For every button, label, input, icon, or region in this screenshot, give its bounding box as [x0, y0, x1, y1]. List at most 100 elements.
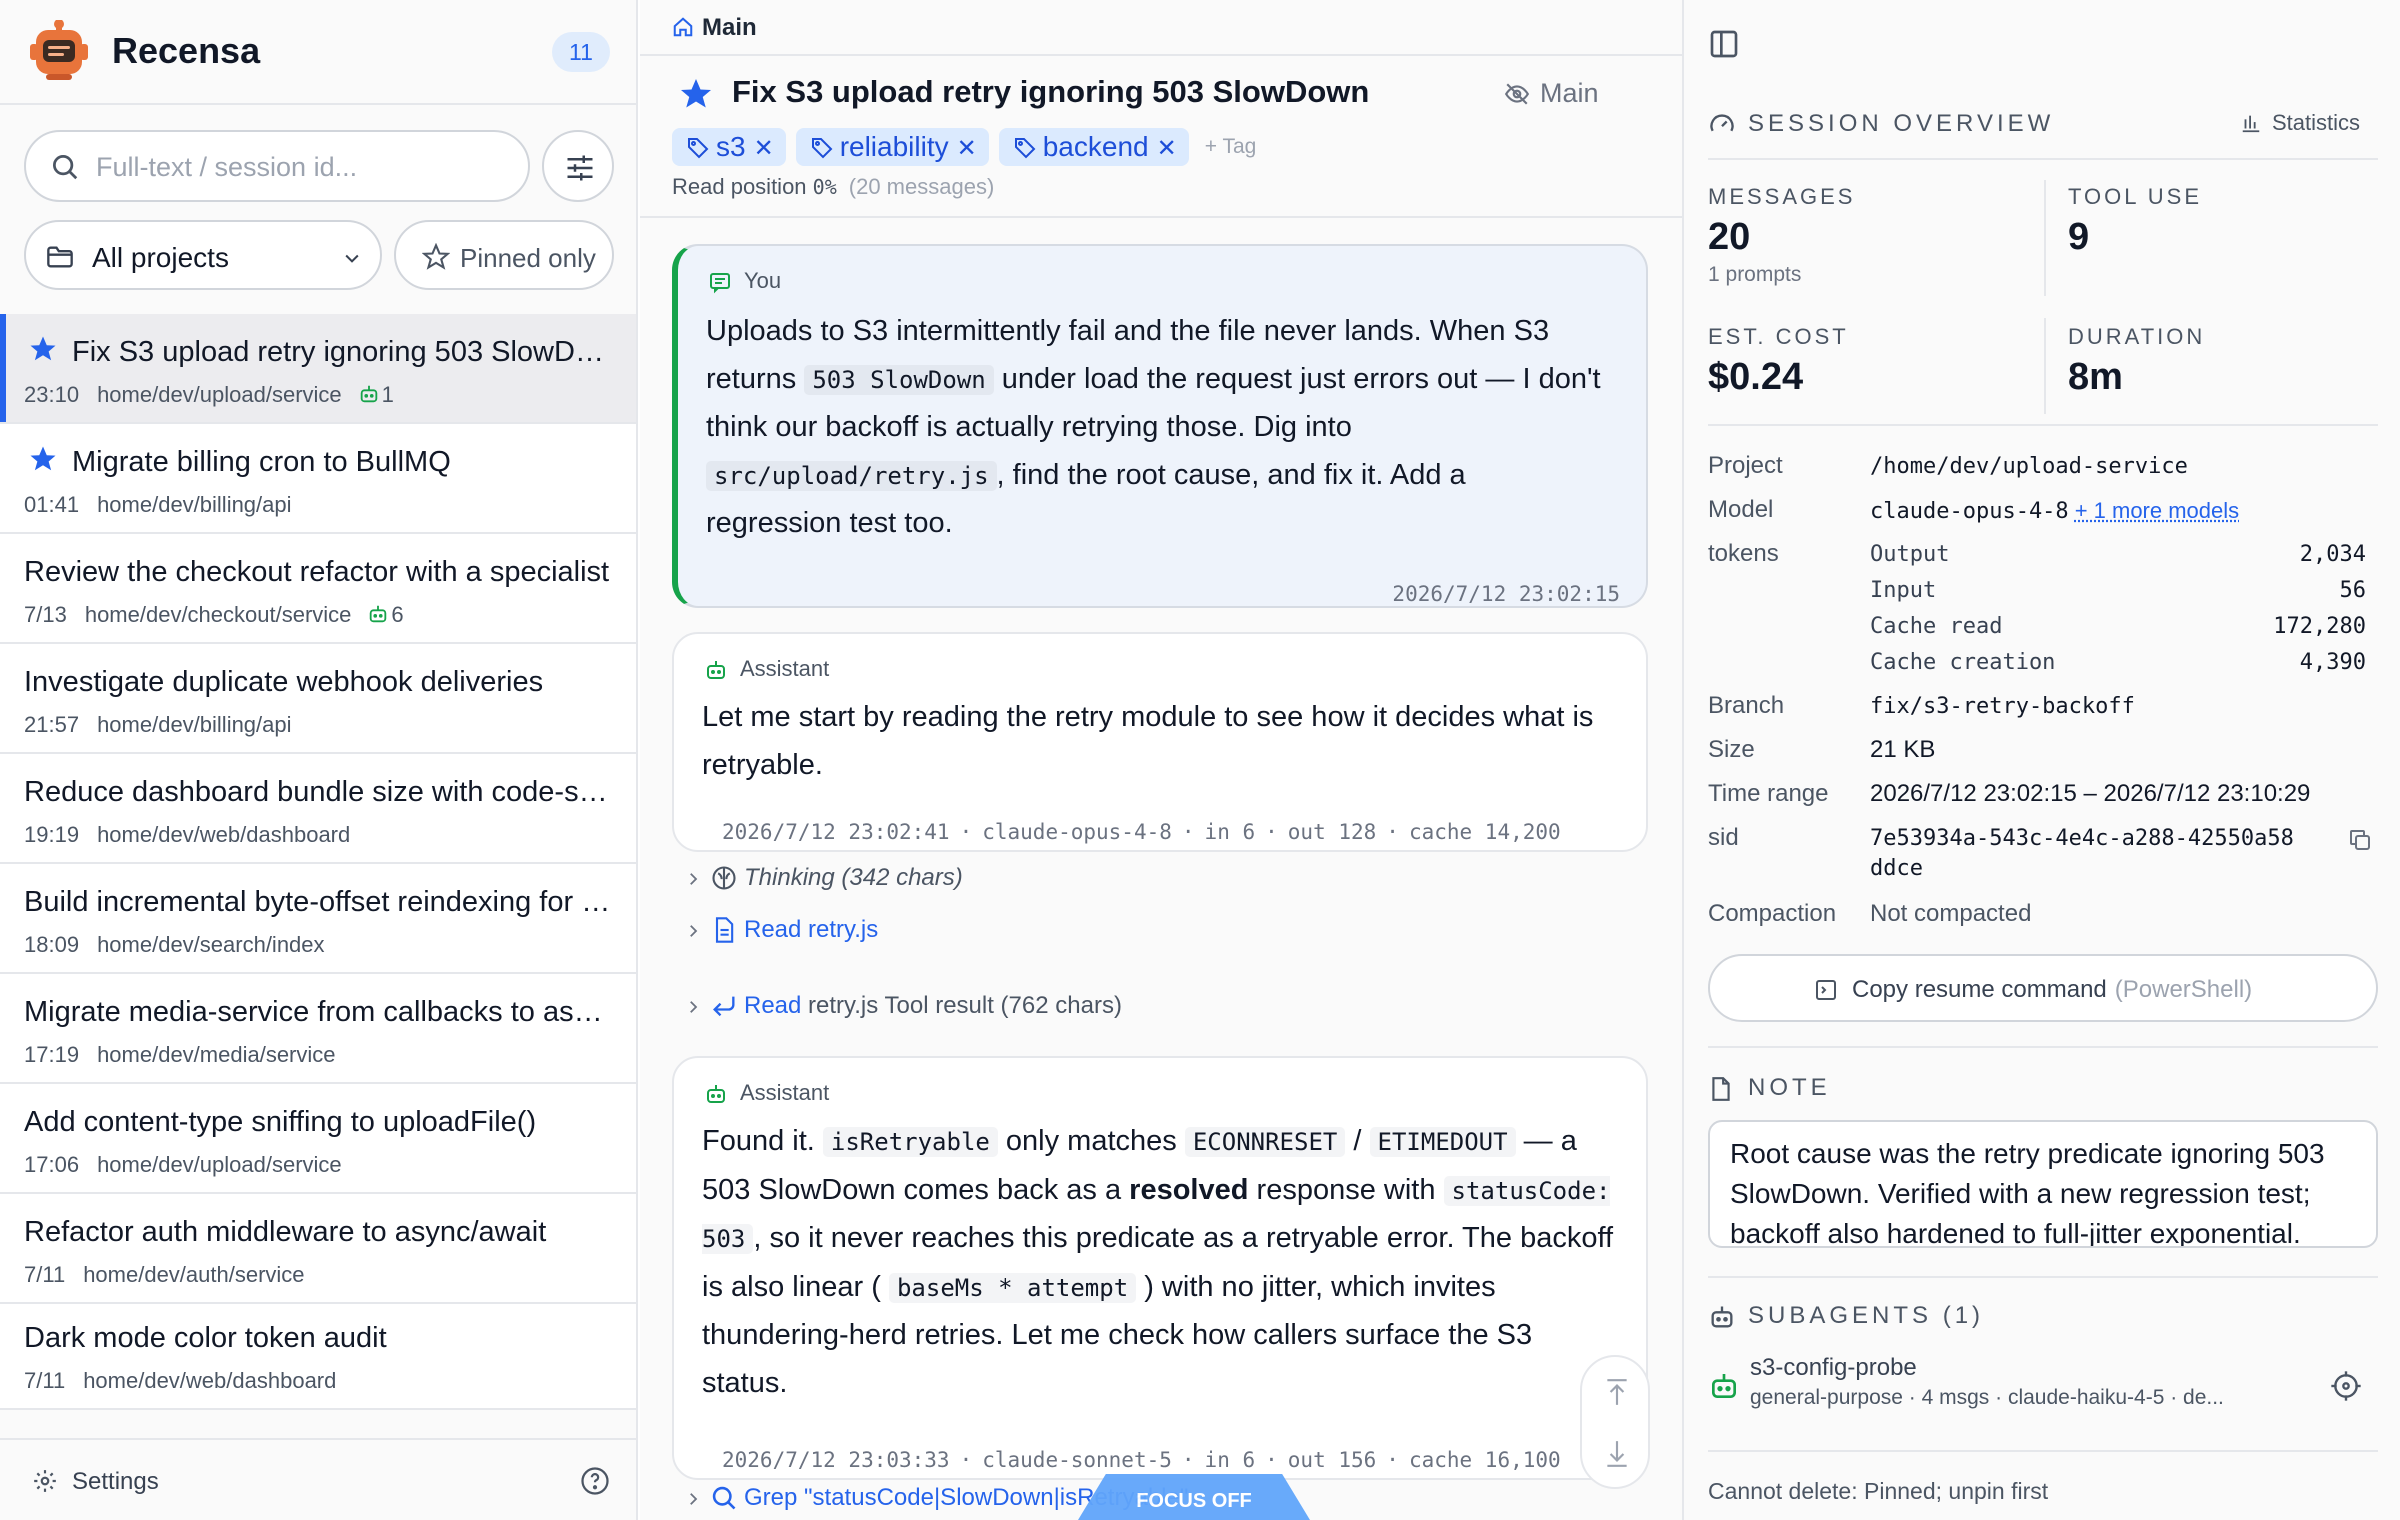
session-path: home/dev/web/dashboard [83, 1368, 337, 1393]
focus-off-toggle[interactable]: FOCUS OFF [1078, 1474, 1310, 1520]
session-item[interactable]: Add content-type sniffing to uploadFile(… [0, 1084, 636, 1194]
session-item[interactable]: Review the checkout refactor with a spec… [0, 534, 636, 644]
help-icon[interactable] [580, 1466, 610, 1496]
subagent-count: 6 [391, 602, 404, 627]
subagent-bot-icon [370, 605, 387, 623]
search-box[interactable] [24, 130, 530, 202]
session-item[interactable]: Reduce dashboard bundle size with code-s… [0, 754, 636, 864]
divider [1708, 424, 2378, 426]
remove-tag-icon[interactable]: ✕ [1157, 135, 1177, 162]
token-name: Cache creation [1870, 650, 2056, 675]
token-name: Input [1870, 578, 1937, 603]
inline-code: ECONNRESET [1184, 1127, 1346, 1157]
message-meta: 2026/7/12 23:02:41 · claude-opus-4-8 · in 6 ·… [722, 820, 1561, 844]
breadcrumb-label[interactable]: Main [702, 14, 757, 42]
pinned-only-toggle[interactable]: Pinned only [394, 220, 614, 290]
sid-row: sid 7e53934a-543c-4e4c-a288-42550a58 ddce [1708, 824, 2378, 888]
text-run: response with [1256, 1173, 1436, 1206]
tag-label: reliability [839, 131, 949, 162]
session-item[interactable]: Build incremental byte-offset reindexing… [0, 864, 636, 974]
stat-value: 9 [2068, 216, 2090, 258]
divider [1708, 1276, 2378, 1278]
session-item[interactable]: Migrate media-service from callbacks to … [0, 974, 636, 1084]
stat-value: 20 [1708, 216, 1751, 258]
bot-icon [707, 1085, 725, 1103]
copy-icon[interactable] [2348, 828, 2372, 852]
note-textarea[interactable]: Root cause was the retry predicate ignor… [1708, 1120, 2378, 1248]
session-item[interactable]: Refactor auth middleware to async/await … [0, 1194, 636, 1304]
meta-in: in 6 [1204, 820, 1256, 844]
stat-cost: EST. COST $0.24 [1708, 324, 2008, 399]
session-path: home/dev/upload/service [97, 1152, 342, 1177]
settings-link[interactable]: Settings [72, 1468, 159, 1496]
project-select[interactable]: All projects [24, 220, 382, 290]
text-run: only matches [1005, 1125, 1177, 1157]
overview-heading-text: SESSION OVERVIEW [1748, 110, 2055, 137]
add-tag-button[interactable]: + Tag [1205, 128, 1257, 166]
tag-chip[interactable]: s3 ✕ [672, 128, 786, 166]
session-path: home/dev/auth/service [83, 1262, 305, 1287]
row-label: Compaction [1708, 900, 1837, 927]
meta-model: claude-sonnet-5 [982, 1448, 1172, 1472]
search-input[interactable] [96, 144, 506, 190]
model-value: claude-opus-4-8 + 1 more models [1870, 498, 2239, 524]
inline-code: 503 SlowDown [804, 364, 994, 395]
session-meta: 7/13 home/dev/checkout/service 6 [24, 602, 404, 628]
remove-tag-icon[interactable]: ✕ [957, 135, 977, 162]
meta-out: out 156 [1287, 1448, 1377, 1472]
bold-run: resolved [1129, 1173, 1249, 1206]
session-item[interactable]: Migrate billing cron to BullMQ 01:41 home… [0, 424, 636, 534]
bot-icon [1711, 1306, 1733, 1328]
text-run: Found it. [702, 1125, 815, 1157]
message-list: You Uploads to S3 intermittently fail an… [640, 220, 1682, 1520]
thinking-label: Thinking (342 chars) [744, 864, 963, 891]
scroll-top-icon[interactable] [1604, 1377, 1630, 1407]
session-meta: 18:09 home/dev/search/index [24, 932, 325, 958]
folder-icon [47, 246, 73, 268]
home-icon [673, 17, 693, 37]
session-time: 17:06 [24, 1152, 80, 1177]
tag-chip[interactable]: reliability ✕ [795, 128, 989, 166]
scroll-bottom-icon[interactable] [1604, 1439, 1630, 1469]
tool-call-label: Read retry.js [744, 916, 879, 943]
panel-toggle-icon[interactable] [1708, 28, 1740, 60]
project-select-value: All projects [92, 242, 229, 273]
role-label: You [744, 268, 782, 293]
subagent-item[interactable]: s3-config-probe general-purpose · 4 msgs… [1708, 1350, 2378, 1430]
search-icon [53, 155, 78, 180]
more-models-link[interactable]: + 1 more models [2075, 498, 2239, 523]
copy-resume-command-button[interactable]: Copy resume command (PowerShell) [1708, 954, 2378, 1022]
session-item[interactable]: Investigate duplicate webhook deliveries… [0, 644, 636, 754]
session-path: home/dev/web/dashboard [97, 822, 351, 847]
session-item[interactable]: Dark mode color token audit 7/11 home/dev… [0, 1304, 636, 1410]
tool-result-label: Read retry.js Tool result (762 chars) [744, 992, 1122, 1020]
main-branch-label[interactable]: Main [1504, 78, 1599, 109]
session-time: 17:19 [24, 1042, 80, 1067]
session-details-panel: SESSION OVERVIEW Statistics MESSAGES 20 … [1682, 0, 2400, 1520]
stat-label: DURATION [2068, 324, 2206, 349]
chevron-right-icon [690, 873, 698, 885]
bot-icon [1712, 1374, 1736, 1398]
filter-settings-button[interactable] [542, 130, 614, 202]
stat-value: $0.24 [1708, 356, 1804, 398]
note-heading-text: NOTE [1748, 1074, 1831, 1101]
pinned-star-icon[interactable] [678, 76, 714, 112]
meta-cache: cache 16,100 [1408, 1448, 1561, 1472]
tool-result-link: Read [744, 992, 802, 1019]
tag-chip[interactable]: backend ✕ [998, 128, 1189, 166]
model-name: claude-opus-4-8 [1870, 499, 2069, 524]
read-position-label: Read position [672, 174, 807, 199]
gear-icon[interactable] [32, 1468, 58, 1494]
session-meta: 17:19 home/dev/media/service [24, 1042, 336, 1068]
assistant-message: Assistant Let me start by reading the re… [672, 632, 1648, 852]
session-item[interactable]: Fix S3 upload retry ignoring 503 SlowDow… [0, 314, 636, 424]
crosshair-icon[interactable] [2330, 1370, 2362, 1402]
return-arrow-icon [713, 996, 735, 1017]
remove-tag-icon[interactable]: ✕ [754, 135, 774, 162]
breadcrumb: Main [640, 0, 1682, 56]
message-text: Found it. isRetryable only matches ECONN… [702, 1118, 1622, 1407]
stat-messages: MESSAGES 20 1 prompts [1708, 184, 2008, 287]
pinned-star-icon [30, 446, 56, 471]
inline-code: src/upload/retry.js [706, 460, 997, 491]
row-label: Size [1708, 736, 1755, 763]
